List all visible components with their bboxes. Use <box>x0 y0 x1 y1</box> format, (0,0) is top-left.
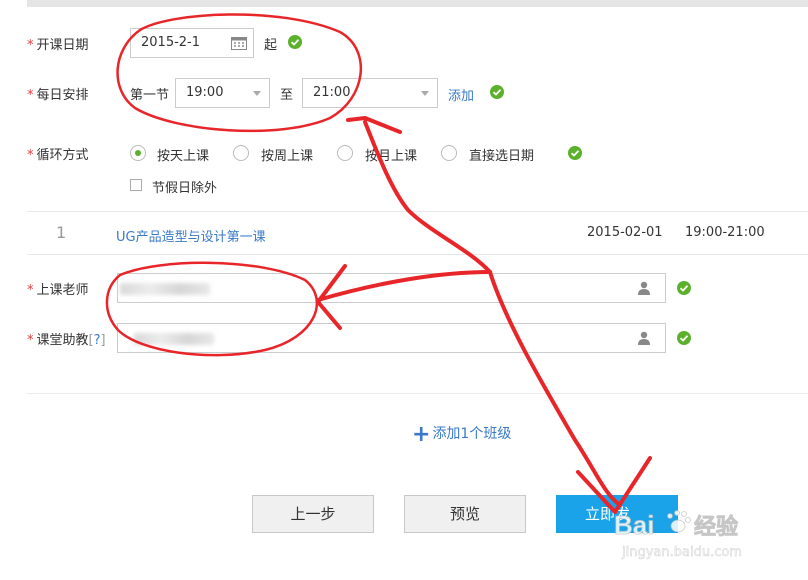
annotation-arrow-up <box>346 116 492 274</box>
annotation-ellipse-people <box>105 261 319 357</box>
annotation-layer <box>105 13 652 514</box>
annotation-ellipse-schedule <box>116 13 363 133</box>
annotation-arrow-down <box>488 270 652 514</box>
annotation-arrow-left <box>316 264 492 330</box>
